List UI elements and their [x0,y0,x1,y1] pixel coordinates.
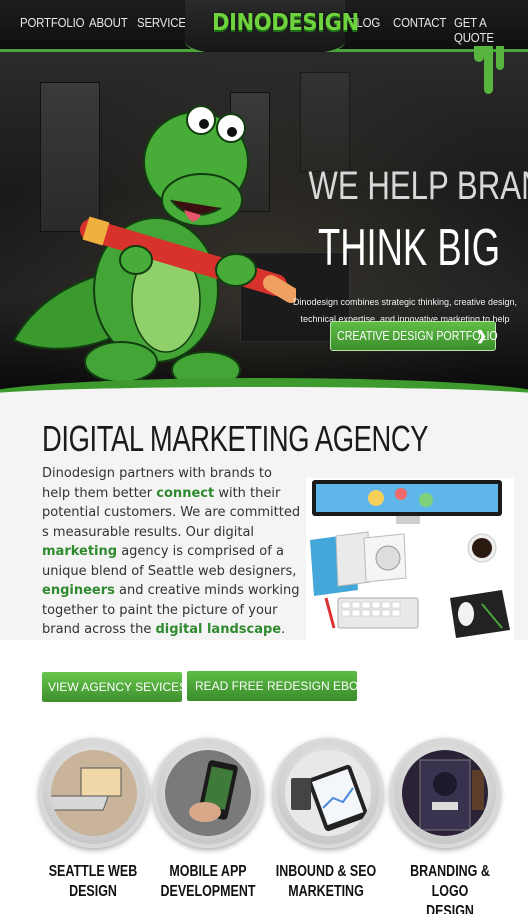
chevron-right-icon: ❯ [476,328,487,343]
hero-subheadline: THINK BIG [318,219,501,277]
service-label-line: SEATTLE WEB [48,863,138,880]
service-label-line: BRANDING & LOGO [410,863,490,900]
service-label-line: DESIGN [69,883,117,900]
nav-get-a-quote[interactable]: GET A QUOTE [454,15,519,45]
paint-drip [474,46,484,62]
site-logo[interactable]: DINODESIGN [212,10,359,36]
agency-description: Dinodesign partners with brands to help … [42,464,304,640]
button-label: VIEW AGENCY SEVICES [48,680,188,694]
read-ebook-button[interactable]: READ FREE REDESIGN EBOOK [187,671,376,701]
service-label-web-design[interactable]: SEATTLE WEB DESIGN [42,862,143,902]
dinosaur-mascot-icon [12,105,296,389]
laptop-icon [51,750,137,836]
nav-about[interactable]: ABOUT [89,15,128,30]
billboard-icon [402,750,488,836]
paint-drip [496,46,504,70]
view-agency-services-button[interactable]: VIEW AGENCY SEVICES [42,672,187,702]
window-right [300,72,350,172]
copy-text: . [281,622,286,637]
service-label-branding[interactable]: BRANDING & LOGO DESIGN [399,862,500,914]
nav-contact[interactable]: CONTACT [393,15,446,30]
agency-devices-illustration [306,478,514,642]
service-label-inbound-seo[interactable]: INBOUND & SEO MARKETING [275,862,377,902]
agency-title: DIGITAL MARKETING AGENCY [42,418,429,459]
keyword-link[interactable]: marketing [42,544,117,559]
service-label-line: INBOUND & SEO [275,863,377,880]
nav-portfolio[interactable]: PORTFOLIO [20,15,84,30]
paint-drip [484,46,493,94]
hero-headline: WE HELP BRANDS [308,164,528,208]
creative-design-portfolio-button[interactable]: CREATIVE DESIGN PORTFOLIO ❯ [330,321,498,351]
smartphone-icon [165,750,251,836]
service-branding-image[interactable] [390,738,500,848]
service-label-line: MOBILE APP [169,863,247,880]
service-web-design-image[interactable] [39,738,149,848]
keyword-link[interactable]: connect [156,486,214,501]
service-label-mobile-app[interactable]: MOBILE APP DEVELOPMENT [157,862,258,902]
tablet-chart-icon [285,750,371,836]
keyword-link[interactable]: digital landscape [155,622,281,637]
service-inbound-seo-image[interactable] [273,738,383,848]
cta-label: CREATIVE DESIGN PORTFOLIO [337,328,498,343]
service-label-line: DEVELOPMENT [160,883,256,900]
button-label: READ FREE REDESIGN EBOOK [195,679,376,693]
service-mobile-app-image[interactable] [153,738,263,848]
service-label-line: MARKETING [288,883,364,900]
service-label-line: DESIGN [426,903,474,914]
keyword-link[interactable]: engineers [42,583,115,598]
